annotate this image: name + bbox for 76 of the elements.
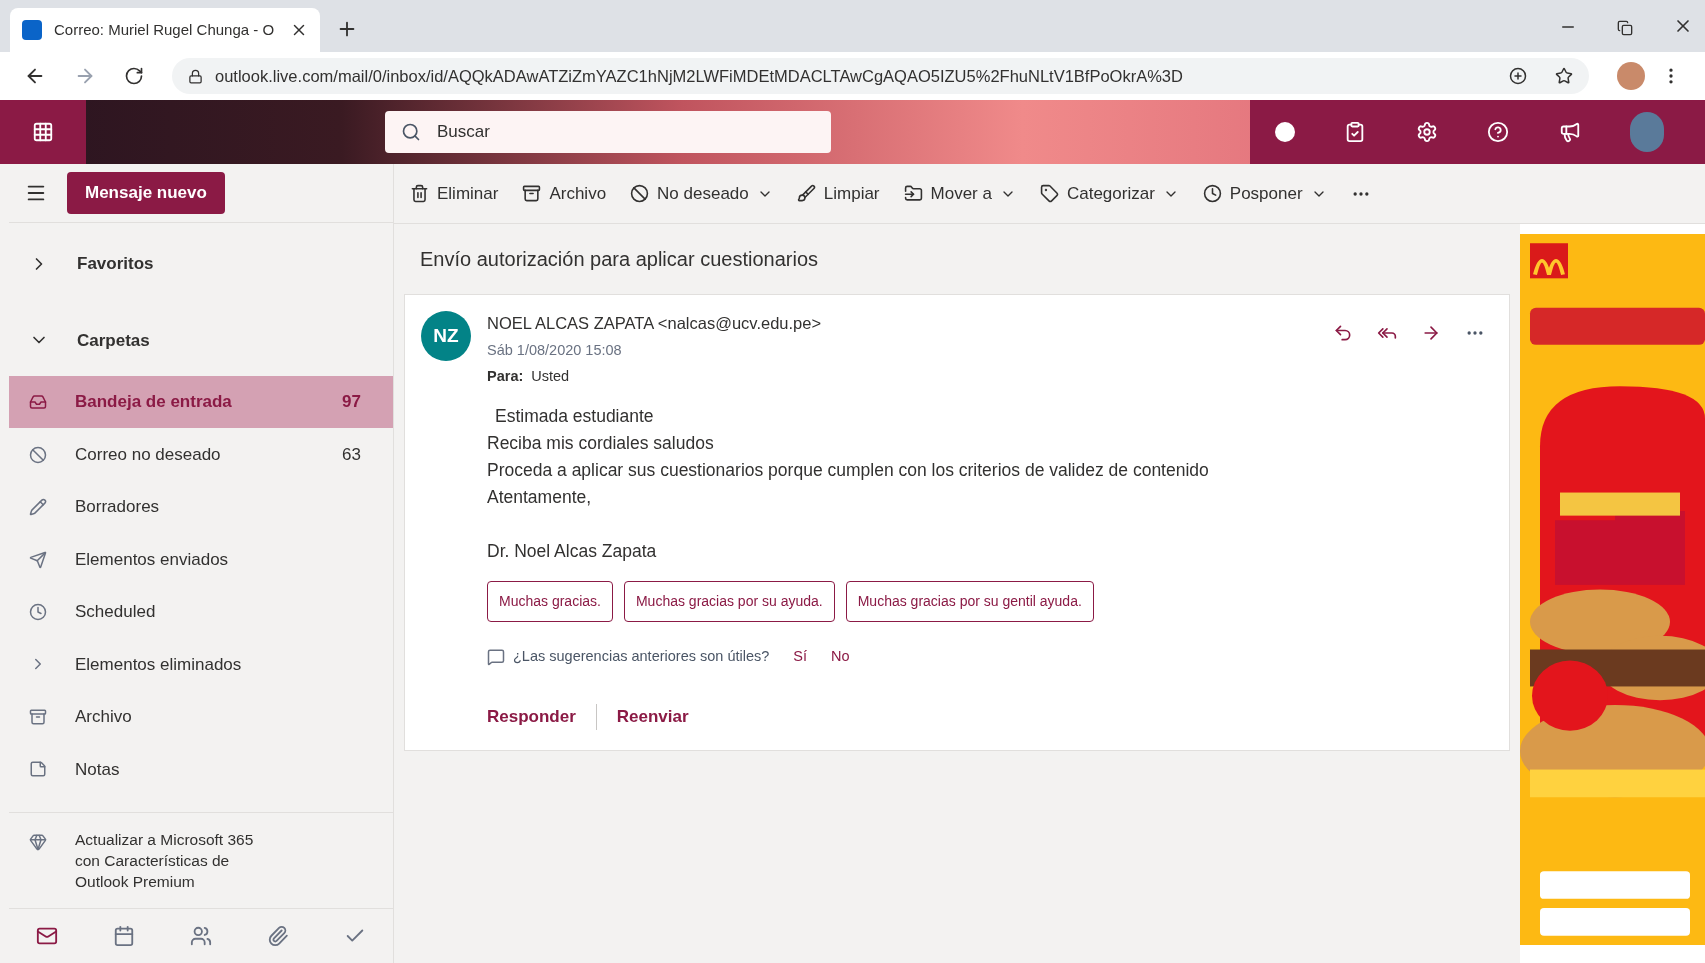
add-icon[interactable]: [1509, 67, 1527, 85]
megaphone-icon[interactable]: [1558, 121, 1581, 143]
url-text: outlook.live.com/mail/0/inbox/id/AQQkADAwATZiZmYAZC1hNjM2LWFiMDEtMDACLTAwCgAQAO5IZU5%2FhuNLtV1BfPoOkrA%3D: [215, 65, 1183, 87]
reply-icon[interactable]: [1333, 323, 1353, 343]
note-icon: [29, 760, 47, 779]
blocked-icon: [29, 445, 47, 464]
archive-icon: [29, 707, 47, 726]
sender-avatar: NZ: [421, 311, 471, 361]
suggested-reply[interactable]: Muchas gracias por su gentil ayuda.: [845, 581, 1094, 623]
message-date: Sáb 1/08/2020 15:08: [487, 340, 623, 360]
toolbar-button[interactable]: No deseado: [630, 180, 773, 207]
suggested-reply[interactable]: Muchas gracias por su ayuda.: [623, 581, 835, 623]
calendar-icon[interactable]: [113, 924, 136, 947]
people-icon[interactable]: [190, 924, 212, 947]
folder-item[interactable]: Correo no deseado 63: [9, 428, 393, 481]
new-message-button[interactable]: Mensaje nuevo: [67, 172, 225, 215]
paperclip-icon[interactable]: [266, 924, 289, 947]
upgrade-link[interactable]: Actualizar a Microsoft 365 con Características de Outlook Premium: [75, 828, 275, 892]
folder-move-icon: [903, 184, 923, 203]
folder-item[interactable]: Bandeja de entrada 97: [9, 375, 393, 429]
diamond-icon: [29, 832, 47, 851]
toolbar-button[interactable]: Categorizar: [1039, 180, 1179, 207]
feedback-question: ¿Las sugerencias anteriores son útiles?: [513, 647, 770, 667]
signature: Dr. Noel Alcas Zapata: [487, 540, 658, 564]
body-text: Proceda a aplicar sus cuestionarios porque cumplen con los criterios de validez de contenido: [487, 459, 1210, 483]
address-bar[interactable]: outlook.live.com/mail/0/inbox/id/AQQkADAwATZiZmYAZC1hNjM2LWFiMDEtMDACLTAwCgAQAO5IZU5%2FhuNLtV1BfPoOkrA%3D: [172, 58, 1589, 94]
to-label: Para:: [487, 366, 524, 386]
toolbar-button[interactable]: Eliminar: [410, 180, 499, 207]
pencil-icon: [29, 498, 47, 517]
action-link[interactable]: Responder: [487, 704, 596, 730]
star-icon[interactable]: [1555, 67, 1573, 85]
section-header[interactable]: Carpetas: [9, 327, 170, 354]
clock-icon: [1202, 184, 1222, 203]
yes-link[interactable]: Sí: [793, 646, 807, 668]
section-header[interactable]: Favoritos: [9, 251, 174, 277]
reload-icon[interactable]: [124, 66, 144, 86]
unread-count: 63: [342, 443, 362, 466]
settings-icon[interactable]: [1415, 121, 1438, 143]
folder-item[interactable]: Scheduled: [9, 585, 393, 639]
folder-item[interactable]: Elementos enviados: [9, 533, 393, 586]
send-icon: [29, 550, 47, 569]
toolbar-button[interactable]: Posponer: [1202, 180, 1327, 207]
feedback-icon: [487, 648, 505, 667]
app-launcher-icon[interactable]: [32, 121, 54, 143]
folder-item[interactable]: Archivo: [9, 690, 393, 744]
folder-item[interactable]: Notas: [9, 743, 393, 796]
toolbar-button[interactable]: Mover a: [903, 180, 1016, 207]
toolbar-button[interactable]: Archivo: [522, 180, 607, 207]
unread-count: 97: [342, 391, 362, 414]
sender-name: NOEL ALCAS ZAPATA <nalcas@ucv.edu.pe>: [487, 313, 823, 334]
lock-icon: [188, 68, 203, 84]
body-text: Atentamente,: [487, 486, 593, 510]
blocked-icon: [630, 184, 650, 203]
inbox-icon: [29, 393, 47, 412]
toolbar-button[interactable]: Limpiar: [796, 180, 880, 207]
search-field[interactable]: Buscar: [385, 111, 831, 153]
recipient: Usted: [531, 366, 570, 386]
no-link[interactable]: No: [831, 646, 850, 668]
clock-icon: [29, 603, 47, 621]
help-icon[interactable]: [1487, 121, 1510, 143]
search-icon: [401, 122, 421, 142]
browser-tab[interactable]: Correo: Muriel Rugel Chunga - O: [10, 8, 320, 52]
trash-icon: [410, 184, 429, 203]
archive-icon: [522, 184, 542, 203]
profile-avatar[interactable]: [1617, 62, 1645, 90]
restore-icon[interactable]: [1617, 20, 1633, 36]
suggested-reply[interactable]: Muchas gracias.: [487, 581, 613, 623]
tag-icon: [1039, 184, 1059, 203]
tab-title: Correo: Muriel Rugel Chunga - O: [54, 19, 276, 40]
folder-item[interactable]: Borradores: [9, 480, 393, 534]
body-text: Estimada estudiante: [494, 405, 655, 429]
brush-icon: [796, 184, 816, 203]
body-text: Reciba mis cordiales saludos: [487, 432, 715, 456]
folder-item[interactable]: Elementos eliminados: [9, 638, 393, 691]
action-link[interactable]: Reenviar: [595, 704, 689, 730]
message-subject: Envío autorización para aplicar cuestionarios: [419, 247, 819, 272]
